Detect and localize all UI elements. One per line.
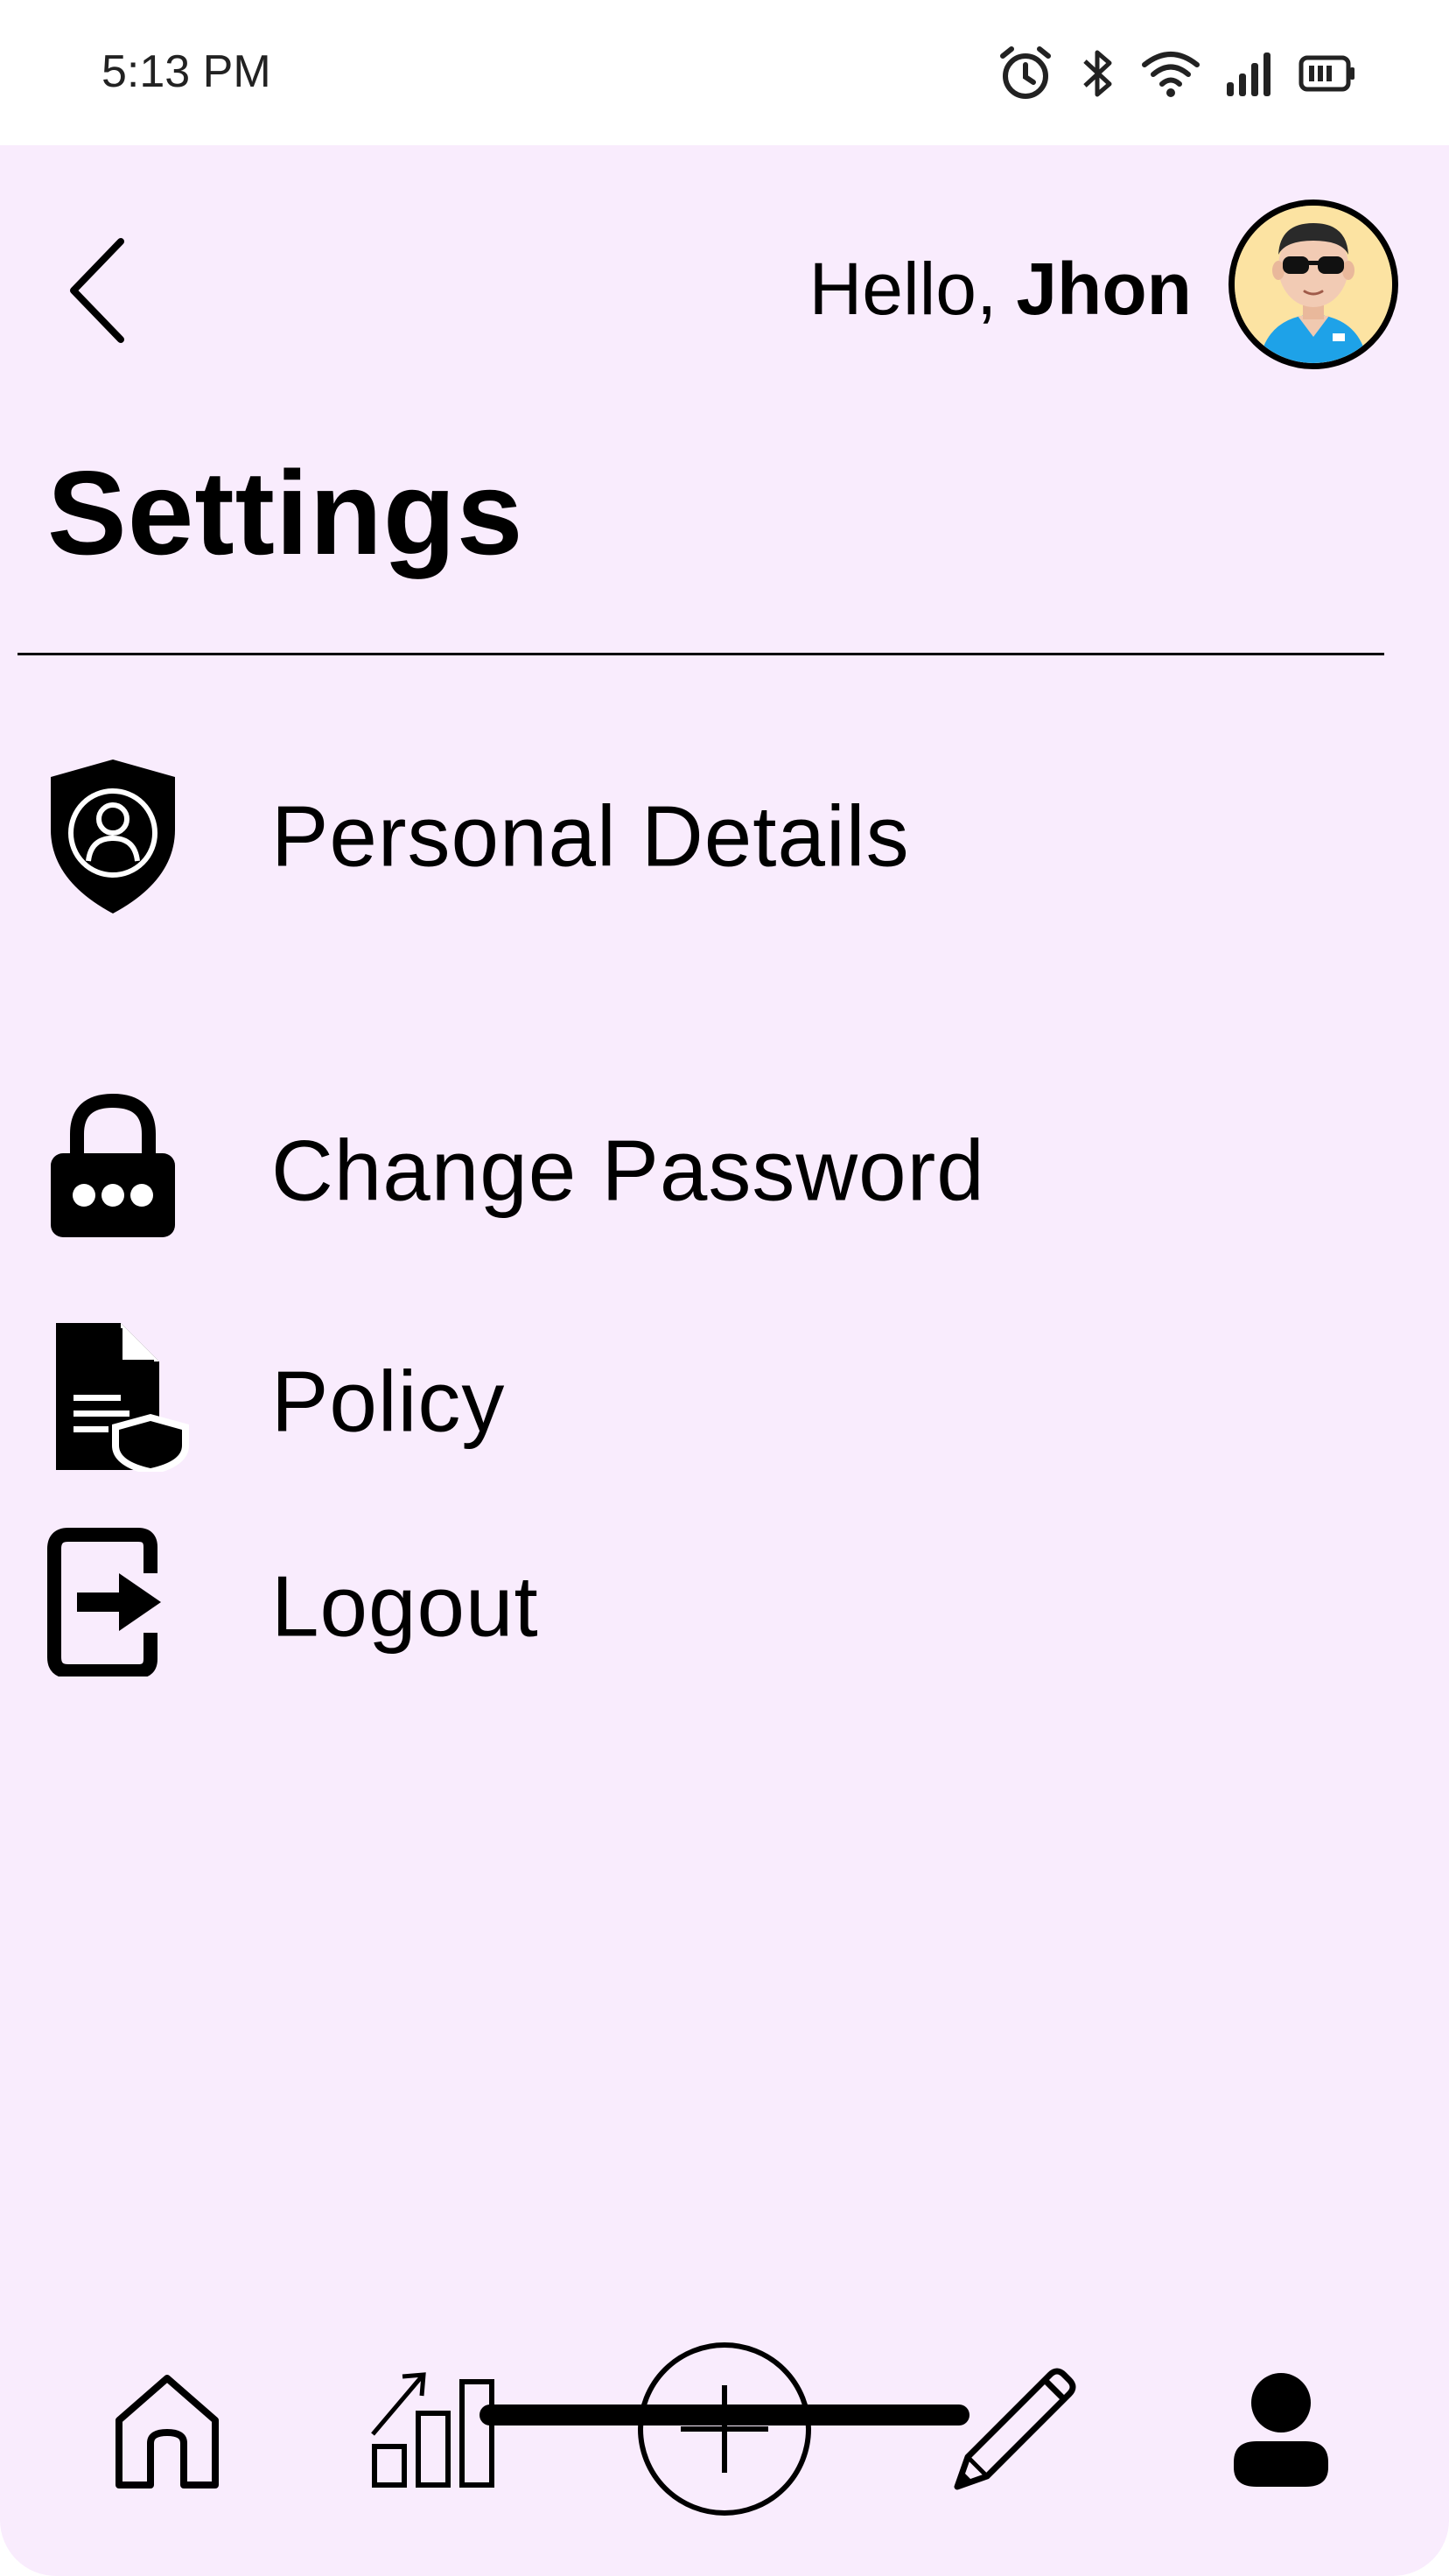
user-name: Jhon xyxy=(1016,247,1192,330)
logout-icon xyxy=(47,1528,196,1685)
nav-home-button[interactable] xyxy=(110,2371,224,2495)
bluetooth-icon xyxy=(1078,46,1116,102)
nav-stats-button[interactable] xyxy=(368,2368,499,2495)
greeting-text: Hello, xyxy=(808,247,998,330)
menu-item-label: Policy xyxy=(271,1353,506,1450)
signal-icon xyxy=(1225,49,1274,98)
person-icon xyxy=(1234,2373,1328,2487)
menu-item-policy[interactable]: Policy xyxy=(47,1323,1360,1480)
avatar[interactable] xyxy=(1228,200,1398,369)
wifi-icon xyxy=(1141,49,1200,98)
status-bar: 5:13 PM xyxy=(0,0,1449,145)
title-divider xyxy=(18,653,1384,655)
greeting: Hello, Jhon xyxy=(809,236,1192,341)
menu-item-label: Personal Details xyxy=(271,788,910,885)
nav-edit-button[interactable] xyxy=(950,2364,1080,2498)
plus-circle-icon xyxy=(638,2342,811,2516)
user-avatar-icon xyxy=(1235,206,1392,363)
menu-item-personal-details[interactable]: Personal Details xyxy=(47,758,1360,915)
chevron-left-icon xyxy=(70,238,124,343)
lock-icon xyxy=(47,1092,196,1250)
menu-item-change-password[interactable]: Change Password xyxy=(47,1092,1360,1250)
pencil-icon xyxy=(954,2368,1076,2490)
status-icons xyxy=(998,46,1356,102)
shield-user-icon xyxy=(47,758,196,915)
back-button[interactable] xyxy=(61,229,135,352)
menu-item-label: Logout xyxy=(271,1558,539,1655)
policy-document-icon xyxy=(47,1323,196,1480)
nav-profile-button[interactable] xyxy=(1230,2371,1332,2493)
page-title: Settings xyxy=(47,446,524,579)
home-indicator xyxy=(480,2404,970,2426)
menu-item-label: Change Password xyxy=(271,1122,985,1219)
status-time: 5:13 PM xyxy=(102,46,271,97)
settings-screen: Hello, Jhon Settings Personal Details Ch… xyxy=(0,145,1449,2576)
nav-add-button[interactable] xyxy=(635,2340,814,2523)
alarm-icon xyxy=(998,46,1054,102)
chart-icon xyxy=(371,2372,494,2488)
menu-item-logout[interactable]: Logout xyxy=(47,1528,1360,1685)
home-icon xyxy=(116,2375,219,2488)
battery-icon xyxy=(1298,54,1356,93)
